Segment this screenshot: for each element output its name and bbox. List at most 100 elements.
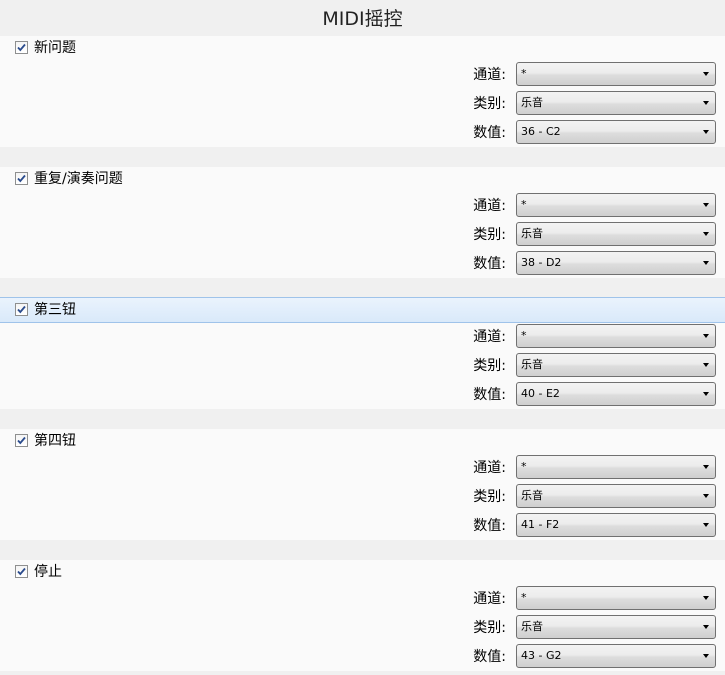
category-row: 类别: 乐音 [0,484,725,508]
dropdown-arrow-icon [703,334,709,338]
dropdown-arrow-icon [703,363,709,367]
category-select[interactable]: 乐音 [516,91,716,115]
section-title: 停止 [34,564,62,580]
checkmark-icon [17,43,26,52]
dropdown-arrow-icon [703,523,709,527]
value-value: 38 - D2 [521,256,562,269]
dropdown-arrow-icon [703,654,709,658]
checkmark-icon [17,567,26,576]
enable-checkbox[interactable] [15,172,28,185]
category-row: 类别: 乐音 [0,353,725,377]
category-value: 乐音 [521,358,543,371]
dropdown-arrow-icon [703,203,709,207]
category-label: 类别: [473,358,506,374]
value-select[interactable]: 38 - D2 [516,251,716,275]
channel-value: * [521,67,527,80]
category-value: 乐音 [521,620,543,633]
category-label: 类别: [473,489,506,505]
dropdown-arrow-icon [703,596,709,600]
section-title: 第三钮 [34,302,76,318]
channel-row: 通道: * [0,586,725,610]
category-value: 乐音 [521,227,543,240]
value-select[interactable]: 41 - F2 [516,513,716,537]
value-label: 数值: [473,256,506,272]
channel-label: 通道: [473,67,506,83]
enable-checkbox[interactable] [15,303,28,316]
channel-label: 通道: [473,329,506,345]
value-label: 数值: [473,125,506,141]
mapping-section-repeat-play-question: 重复/演奏问题 通道: * 类别: 乐音 数值: 38 - D2 [0,167,725,278]
dropdown-arrow-icon [703,232,709,236]
dropdown-arrow-icon [703,130,709,134]
enable-checkbox[interactable] [15,565,28,578]
channel-row: 通道: * [0,324,725,348]
section-title: 第四钮 [34,433,76,449]
category-label: 类别: [473,620,506,636]
channel-value: * [521,198,527,211]
category-label: 类别: [473,96,506,112]
enable-checkbox[interactable] [15,41,28,54]
dropdown-arrow-icon [703,261,709,265]
channel-select[interactable]: * [516,324,716,348]
mapping-section-stop: 停止 通道: * 类别: 乐音 数值: 43 - G2 [0,560,725,671]
dropdown-arrow-icon [703,392,709,396]
section-header[interactable]: 停止 [0,560,725,584]
channel-row: 通道: * [0,62,725,86]
value-label: 数值: [473,518,506,534]
category-select[interactable]: 乐音 [516,615,716,639]
section-title: 重复/演奏问题 [34,171,123,187]
checkmark-icon [17,305,26,314]
category-row: 类别: 乐音 [0,222,725,246]
value-row: 数值: 40 - E2 [0,382,725,406]
category-select[interactable]: 乐音 [516,484,716,508]
channel-value: * [521,591,527,604]
section-header[interactable]: 第四钮 [0,429,725,453]
channel-select[interactable]: * [516,193,716,217]
category-select[interactable]: 乐音 [516,353,716,377]
value-select[interactable]: 43 - G2 [516,644,716,668]
channel-row: 通道: * [0,193,725,217]
value-select[interactable]: 36 - C2 [516,120,716,144]
section-header-selected[interactable]: 第三钮 [0,297,725,323]
channel-select[interactable]: * [516,62,716,86]
channel-select[interactable]: * [516,455,716,479]
category-select[interactable]: 乐音 [516,222,716,246]
enable-checkbox[interactable] [15,434,28,447]
value-row: 数值: 41 - F2 [0,513,725,537]
value-value: 43 - G2 [521,649,562,662]
value-select[interactable]: 40 - E2 [516,382,716,406]
mapping-section-third-button: 第三钮 通道: * 类别: 乐音 数值: 40 - E2 [0,297,725,409]
channel-select[interactable]: * [516,586,716,610]
category-value: 乐音 [521,489,543,502]
channel-label: 通道: [473,591,506,607]
category-label: 类别: [473,227,506,243]
dropdown-arrow-icon [703,465,709,469]
category-row: 类别: 乐音 [0,615,725,639]
checkmark-icon [17,436,26,445]
dropdown-arrow-icon [703,625,709,629]
value-value: 40 - E2 [521,387,560,400]
channel-value: * [521,329,527,342]
section-header[interactable]: 重复/演奏问题 [0,167,725,191]
dropdown-arrow-icon [703,101,709,105]
window-title: MIDI摇控 [0,0,725,36]
mapping-section-new-question: 新问题 通道: * 类别: 乐音 数值: 36 - C2 [0,36,725,147]
value-row: 数值: 36 - C2 [0,120,725,144]
channel-label: 通道: [473,198,506,214]
mapping-section-fourth-button: 第四钮 通道: * 类别: 乐音 数值: 41 - F2 [0,429,725,540]
value-label: 数值: [473,649,506,665]
value-row: 数值: 43 - G2 [0,644,725,668]
checkmark-icon [17,174,26,183]
value-value: 41 - F2 [521,518,560,531]
value-label: 数值: [473,387,506,403]
dropdown-arrow-icon [703,72,709,76]
value-row: 数值: 38 - D2 [0,251,725,275]
section-title: 新问题 [34,40,76,56]
value-value: 36 - C2 [521,125,561,138]
channel-row: 通道: * [0,455,725,479]
section-header[interactable]: 新问题 [0,36,725,60]
channel-label: 通道: [473,460,506,476]
category-value: 乐音 [521,96,543,109]
category-row: 类别: 乐音 [0,91,725,115]
dropdown-arrow-icon [703,494,709,498]
